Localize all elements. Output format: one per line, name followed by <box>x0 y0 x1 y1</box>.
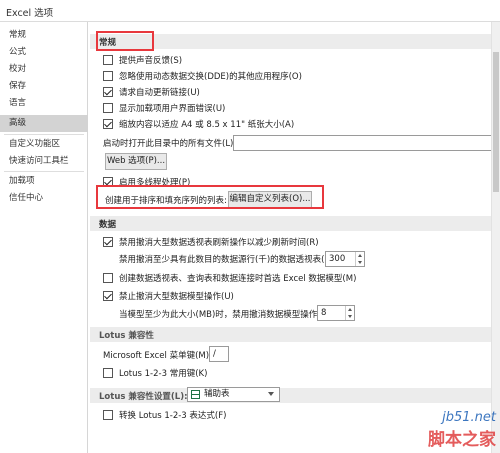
option-label: 忽略使用动态数据交换(DDE)的其他应用程序(O) <box>119 72 302 82</box>
checkbox[interactable] <box>103 237 113 247</box>
spin-up-icon[interactable] <box>358 254 362 257</box>
option-disable-undo-pivot[interactable]: 禁用撤消大型数据透视表刷新操作以减少刷新时间(R) <box>103 235 319 249</box>
chevron-down-icon[interactable] <box>268 392 274 396</box>
option-label: 禁用撤消大型数据透视表刷新操作以减少刷新时间(R) <box>119 238 319 248</box>
option-transition-formula[interactable]: 转换 Lotus 1-2-3 表达式(F) <box>103 408 226 422</box>
section-header-general: 常规 <box>90 34 500 49</box>
pivot-rows-label: 禁用撤消至少具有此数目的数据源行(千)的数据透视表(N): <box>119 255 337 265</box>
section-header-lotus-compat: Lotus 兼容性 <box>90 327 500 342</box>
option-label: 显示加载项用户界面错误(U) <box>119 104 226 114</box>
checkbox[interactable] <box>103 273 113 283</box>
checkbox[interactable] <box>103 410 113 420</box>
startup-folder-label: 启动时打开此目录中的所有文件(L): <box>103 139 237 149</box>
checkbox[interactable] <box>103 103 113 113</box>
checkbox[interactable] <box>103 71 113 81</box>
model-size-spinner[interactable]: 8 <box>317 305 355 321</box>
spinner-arrows[interactable] <box>355 252 364 266</box>
option-prefer-data-model[interactable]: 创建数据透视表、查询表和数据连接时首选 Excel 数据模型(M) <box>103 271 356 285</box>
option-disable-undo-model[interactable]: 禁止撤消大型数据模型操作(U) <box>103 289 234 303</box>
spin-up-icon[interactable] <box>348 308 352 311</box>
option-label: 启用多线程处理(P) <box>119 178 191 188</box>
startup-folder-row: 启动时打开此目录中的所有文件(L): <box>103 136 236 150</box>
sidebar-item-add-ins[interactable]: 加载项 <box>0 173 88 190</box>
option-update-links[interactable]: 请求自动更新链接(U) <box>103 85 200 99</box>
web-options-button[interactable]: Web 选项(P)... <box>105 153 167 170</box>
spinner-value: 8 <box>321 308 327 318</box>
checkbox[interactable] <box>103 291 113 301</box>
spin-down-icon[interactable] <box>348 315 352 318</box>
lotus-sheet-select[interactable]: 辅助表 <box>187 387 280 402</box>
custom-list-label: 创建用于排序和填充序列的列表: <box>105 196 227 206</box>
section-title: 数据 <box>99 220 117 230</box>
watermark: jb51.net 脚本之家 <box>376 410 496 450</box>
worksheet-icon <box>191 390 200 399</box>
sidebar-divider <box>4 134 84 135</box>
option-label: 创建数据透视表、查询表和数据连接时首选 Excel 数据模型(M) <box>119 274 357 284</box>
model-size-label: 当模型至少为此大小(MB)时，禁用撤消数据模型操作(L): <box>119 310 332 320</box>
custom-list-row: 创建用于排序和填充序列的列表: <box>105 193 227 207</box>
option-lotus-nav-keys[interactable]: Lotus 1-2-3 常用键(K) <box>103 366 207 380</box>
select-value: 辅助表 <box>204 389 230 399</box>
sidebar-divider <box>4 171 84 172</box>
advanced-options-panel: 常规 提供声音反馈(S) 忽略使用动态数据交换(DDE)的其他应用程序(O) 请… <box>89 22 500 453</box>
section-title: 常规 <box>99 38 117 48</box>
option-label: 转换 Lotus 1-2-3 表达式(F) <box>119 411 227 421</box>
section-header-lotus-settings: Lotus 兼容性设置(L): <box>90 388 500 403</box>
startup-folder-input[interactable] <box>233 135 495 151</box>
option-label: 禁止撤消大型数据模型操作(U) <box>119 292 234 302</box>
sidebar-item-general[interactable]: 常规 <box>0 27 88 44</box>
option-label: 缩放内容以适应 A4 或 8.5 x 11" 纸张大小(A) <box>119 120 295 130</box>
option-multithread[interactable]: 启用多线程处理(P) <box>103 175 190 189</box>
model-size-row: 当模型至少为此大小(MB)时，禁用撤消数据模型操作(L): <box>119 307 332 321</box>
spinner-arrows[interactable] <box>345 306 354 320</box>
option-label: 提供声音反馈(S) <box>119 56 183 66</box>
section-title: Lotus 兼容性设置(L): <box>99 392 188 402</box>
section-header-data: 数据 <box>90 216 500 231</box>
pivot-rows-spinner[interactable]: 300 <box>325 251 365 267</box>
option-label: 请求自动更新链接(U) <box>119 88 200 98</box>
title-bar: Excel 选项 <box>0 0 500 22</box>
window-title: Excel 选项 <box>6 8 54 19</box>
option-scale-a4[interactable]: 缩放内容以适应 A4 或 8.5 x 11" 纸张大小(A) <box>103 117 294 131</box>
sidebar-item-language[interactable]: 语言 <box>0 95 88 112</box>
sidebar-item-formulas[interactable]: 公式 <box>0 44 88 61</box>
sidebar-item-quick-access-toolbar[interactable]: 快速访问工具栏 <box>0 153 88 170</box>
spin-down-icon[interactable] <box>358 261 362 264</box>
sidebar-item-proofing[interactable]: 校对 <box>0 61 88 78</box>
menu-key-input[interactable]: / <box>209 346 229 362</box>
option-ignore-dde[interactable]: 忽略使用动态数据交换(DDE)的其他应用程序(O) <box>103 69 302 83</box>
checkbox[interactable] <box>103 368 113 378</box>
checkbox[interactable] <box>103 87 113 97</box>
menu-key-row: Microsoft Excel 菜单键(M): <box>103 348 212 362</box>
sidebar-item-advanced[interactable]: 高级 <box>0 115 88 132</box>
sidebar-item-customize-ribbon[interactable]: 自定义功能区 <box>0 136 88 153</box>
edit-custom-lists-button[interactable]: 编辑自定义列表(O)... <box>228 191 312 208</box>
option-sound-feedback[interactable]: 提供声音反馈(S) <box>103 53 182 67</box>
checkbox[interactable] <box>103 55 113 65</box>
watermark-site: jb51.net <box>442 410 496 425</box>
checkbox[interactable] <box>103 177 113 187</box>
menu-key-label: Microsoft Excel 菜单键(M): <box>103 351 212 361</box>
option-label: Lotus 1-2-3 常用键(K) <box>119 369 208 379</box>
checkbox[interactable] <box>103 119 113 129</box>
scrollbar-thumb[interactable] <box>493 52 499 192</box>
pivot-rows-row: 禁用撤消至少具有此数目的数据源行(千)的数据透视表(N): <box>119 252 337 266</box>
watermark-text: 脚本之家 <box>428 430 496 450</box>
section-title: Lotus 兼容性 <box>99 331 154 341</box>
options-sidebar: 常规 公式 校对 保存 语言 高级 自定义功能区 快速访问工具栏 加载项 信任中… <box>0 22 88 453</box>
vertical-scrollbar[interactable] <box>491 22 500 453</box>
sidebar-item-trust-center[interactable]: 信任中心 <box>0 190 88 207</box>
option-addin-ui-errors[interactable]: 显示加载项用户界面错误(U) <box>103 101 225 115</box>
spinner-value: 300 <box>329 254 346 264</box>
sidebar-item-save[interactable]: 保存 <box>0 78 88 95</box>
